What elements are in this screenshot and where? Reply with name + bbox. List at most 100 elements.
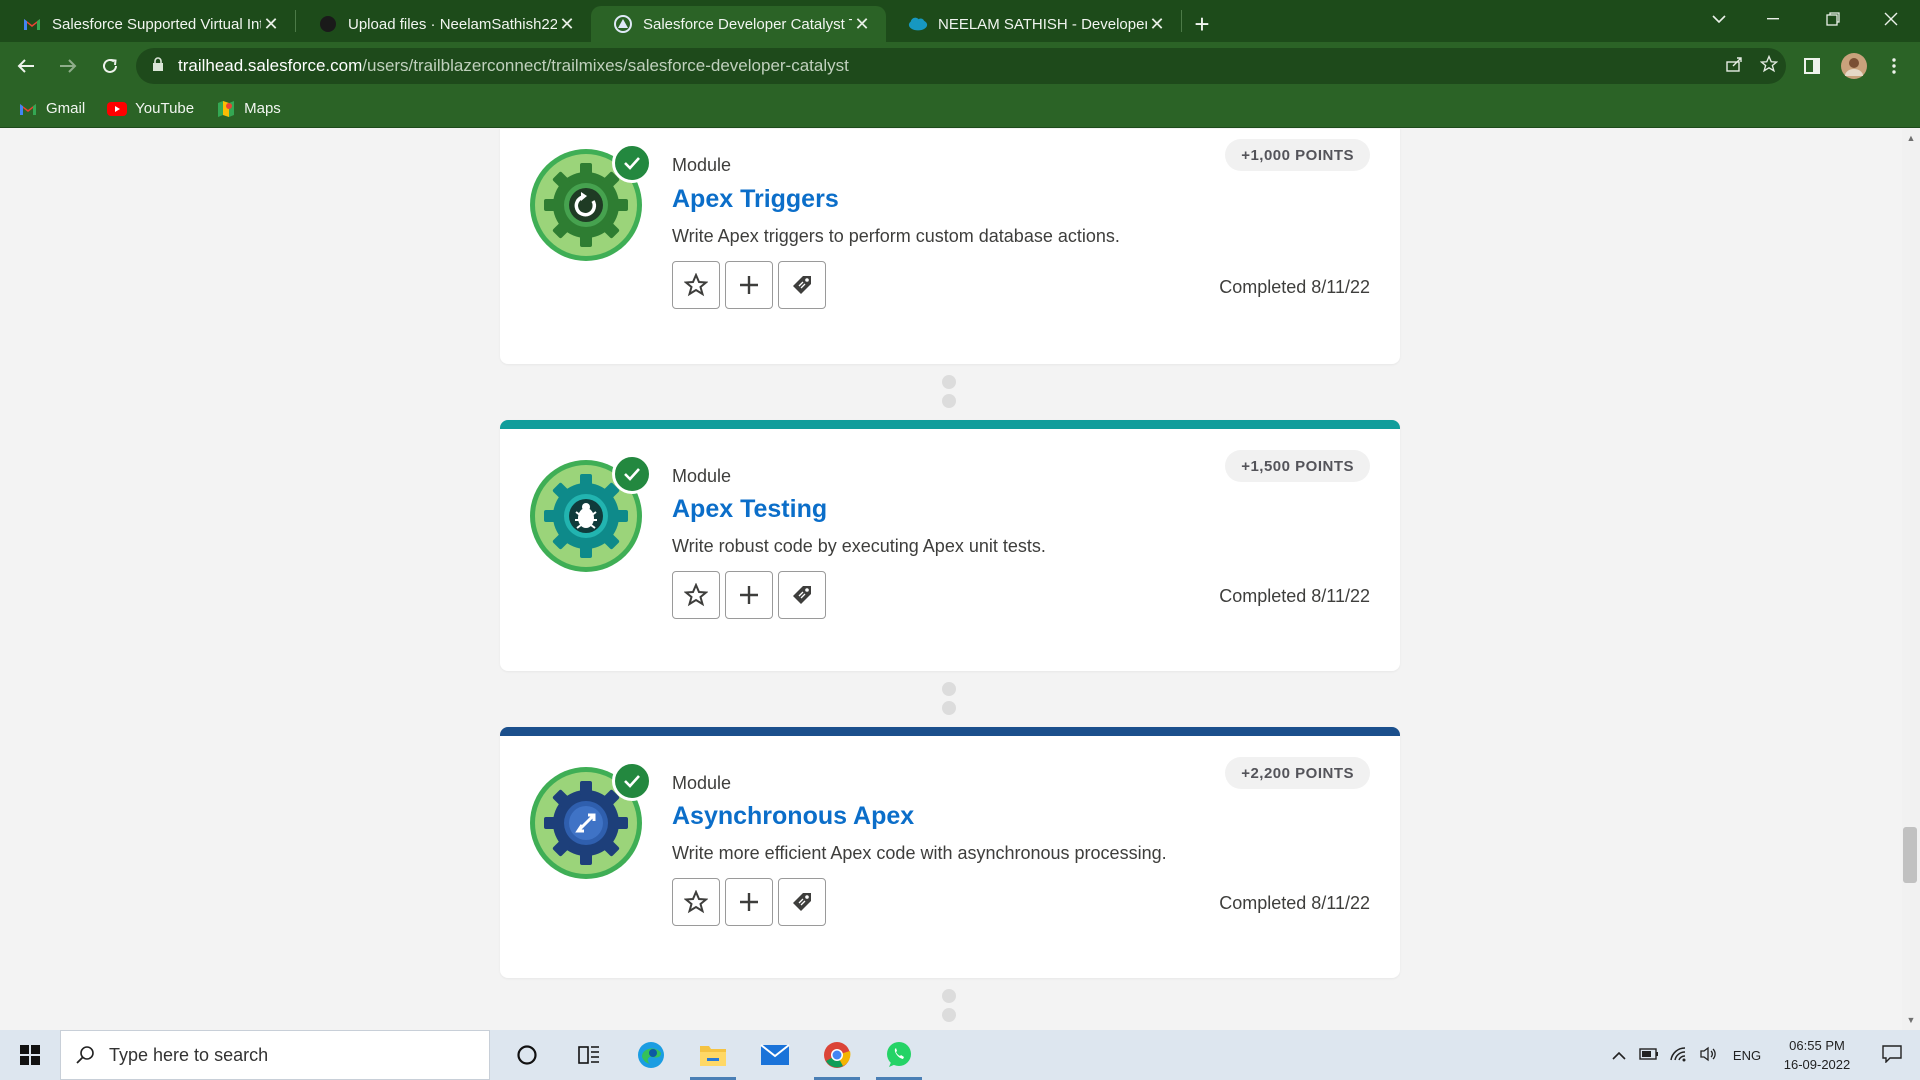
system-clock[interactable]: 06:55 PM 16-09-2022 <box>1770 1036 1864 1074</box>
completed-date: Completed 8/11/22 <box>1219 586 1370 606</box>
add-to-trailmix-button[interactable] <box>725 571 773 619</box>
address-bar[interactable]: trailhead.salesforce.com/users/trailblaz… <box>136 48 1786 84</box>
lock-icon[interactable] <box>152 56 164 76</box>
tab-github[interactable]: Upload files · NeelamSathish22/S ✕ <box>296 6 591 42</box>
points-badge: +1,500 POINTS <box>1225 450 1370 482</box>
module-title-link[interactable]: Asynchronous Apex <box>672 802 914 831</box>
bookmark-label: Maps <box>244 100 281 117</box>
favorite-button[interactable] <box>672 571 720 619</box>
module-card: Module Asynchronous Apex Write more effi… <box>500 727 1400 978</box>
file-explorer-icon[interactable] <box>682 1030 744 1080</box>
url-path: /users/trailblazerconnect/trailmixes/sal… <box>362 56 849 75</box>
wifi-icon[interactable] <box>1664 1046 1694 1065</box>
trail-connector-dot <box>942 394 956 408</box>
search-icon <box>76 1046 94 1064</box>
maps-icon <box>216 100 236 117</box>
gmail-icon <box>18 101 38 117</box>
assign-tag-button[interactable] <box>778 261 826 309</box>
menu-kebab-icon[interactable] <box>1874 46 1914 86</box>
module-actions <box>672 878 831 926</box>
module-title-link[interactable]: Apex Triggers <box>672 185 839 214</box>
page-scrollbar[interactable]: ▲ ▼ <box>1902 129 1920 1030</box>
forward-button[interactable] <box>48 46 88 86</box>
favorite-button[interactable] <box>672 878 720 926</box>
trail-connector-dot <box>942 682 956 696</box>
edge-icon[interactable] <box>620 1030 682 1080</box>
module-description: Write Apex triggers to perform custom da… <box>672 226 1120 246</box>
module-actions <box>672 261 831 309</box>
add-to-trailmix-button[interactable] <box>725 878 773 926</box>
close-icon[interactable]: ✕ <box>852 14 872 34</box>
browser-tab-bar: Salesforce Supported Virtual Inte ✕ Uplo… <box>0 0 1920 42</box>
gmail-icon <box>22 14 42 34</box>
notification-center-icon[interactable] <box>1864 1044 1920 1066</box>
module-type-label: Module <box>672 155 732 175</box>
restore-button[interactable] <box>1804 0 1862 38</box>
back-button[interactable] <box>6 46 46 86</box>
add-to-trailmix-button[interactable] <box>725 261 773 309</box>
module-card: Module Apex Testing Write robust code by… <box>500 420 1400 671</box>
completed-check-icon <box>612 454 652 494</box>
avatar[interactable] <box>1834 46 1874 86</box>
tag-icon <box>793 893 811 911</box>
tab-search-chevron-icon[interactable] <box>1690 0 1748 38</box>
chrome-icon[interactable] <box>806 1030 868 1080</box>
trailhead-icon <box>613 14 633 34</box>
tab-trailhead[interactable]: Salesforce Developer Catalyst Tra ✕ <box>591 6 886 42</box>
taskbar-search-box[interactable]: Type here to search <box>60 1030 490 1080</box>
show-hidden-icons-chevron-icon[interactable] <box>1604 1047 1634 1063</box>
bookmark-label: Gmail <box>46 100 86 117</box>
module-type-label: Module <box>672 773 732 793</box>
points-badge: +2,200 POINTS <box>1225 757 1370 789</box>
reload-button[interactable] <box>90 46 130 86</box>
system-tray: ENG 06:55 PM 16-09-2022 <box>1604 1030 1920 1080</box>
window-close-button[interactable] <box>1862 0 1920 38</box>
close-icon[interactable]: ✕ <box>261 14 281 34</box>
close-icon[interactable]: ✕ <box>557 14 577 34</box>
completed-date: Completed 8/11/22 <box>1219 277 1370 297</box>
side-panel-icon[interactable] <box>1792 46 1832 86</box>
battery-icon[interactable] <box>1634 1047 1664 1063</box>
task-view-icon[interactable] <box>558 1030 620 1080</box>
start-button[interactable] <box>0 1030 60 1080</box>
star-icon <box>684 273 708 297</box>
completed-check-icon <box>612 761 652 801</box>
tab-gmail[interactable]: Salesforce Supported Virtual Inte ✕ <box>0 6 295 42</box>
windows-taskbar: Type here to search ENG 06:55 PM 16-09-2… <box>0 1030 1920 1080</box>
plus-icon <box>740 893 758 911</box>
assign-tag-button[interactable] <box>778 571 826 619</box>
share-icon[interactable] <box>1718 56 1752 77</box>
module-badge <box>530 454 652 572</box>
points-badge: +1,000 POINTS <box>1225 139 1370 171</box>
bookmark-maps[interactable]: Maps <box>216 100 281 117</box>
module-title-link[interactable]: Apex Testing <box>672 495 827 524</box>
bookmark-gmail[interactable]: Gmail <box>18 100 85 117</box>
minimize-button[interactable] <box>1744 0 1802 38</box>
whatsapp-icon[interactable] <box>868 1030 930 1080</box>
module-type-label: Module <box>672 466 732 486</box>
favorite-button[interactable] <box>672 261 720 309</box>
bookmark-label: YouTube <box>135 100 195 117</box>
close-icon[interactable]: ✕ <box>1147 14 1167 34</box>
scroll-down-arrow-icon[interactable]: ▼ <box>1905 1015 1917 1025</box>
language-indicator[interactable]: ENG <box>1724 1048 1770 1063</box>
tag-icon <box>793 586 811 604</box>
trail-connector-dot <box>942 375 956 389</box>
scroll-up-arrow-icon[interactable]: ▲ <box>1905 133 1917 143</box>
tab-salesforce-profile[interactable]: NEELAM SATHISH - Developer at ✕ <box>886 6 1181 42</box>
assign-tag-button[interactable] <box>778 878 826 926</box>
bookmark-youtube[interactable]: YouTube <box>107 100 194 117</box>
module-description: Write robust code by executing Apex unit… <box>672 536 1046 556</box>
scrollbar-thumb[interactable] <box>1903 827 1917 883</box>
bookmark-star-icon[interactable] <box>1752 54 1786 78</box>
new-tab-button[interactable]: + <box>1182 6 1222 42</box>
mail-icon[interactable] <box>744 1030 806 1080</box>
module-badge <box>530 761 652 879</box>
windows-logo-icon <box>20 1045 40 1065</box>
cortana-icon[interactable] <box>496 1030 558 1080</box>
volume-icon[interactable] <box>1694 1046 1724 1065</box>
clock-time: 06:55 PM <box>1789 1038 1845 1053</box>
module-actions <box>672 571 831 619</box>
completed-date: Completed 8/11/22 <box>1219 893 1370 913</box>
tab-title: Salesforce Developer Catalyst Tra <box>643 15 852 33</box>
